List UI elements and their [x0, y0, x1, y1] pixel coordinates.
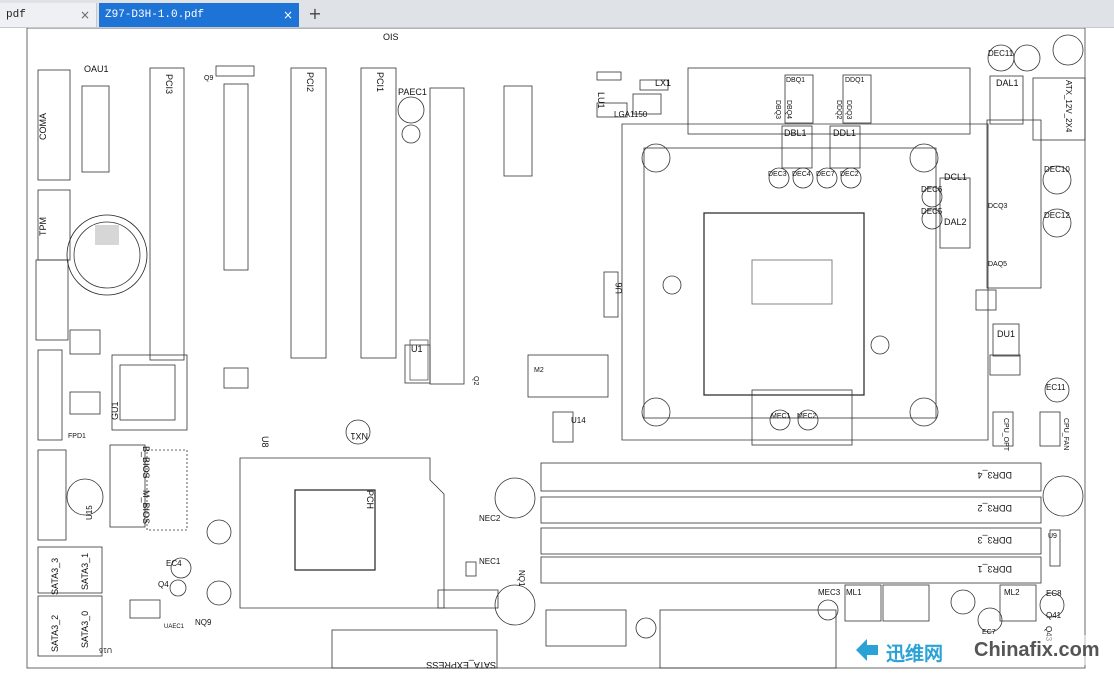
label-u8: U8: [260, 436, 270, 448]
label-nec1: NEC1: [479, 557, 501, 566]
label-u16: U16: [99, 646, 112, 653]
label-m2: M2: [534, 367, 544, 374]
label-nx1: NX1: [350, 431, 368, 441]
label-dec10: DEC10: [1044, 165, 1070, 174]
label-ddl1: DDL1: [833, 128, 856, 138]
label-bbios: B_BIOS: [141, 446, 151, 479]
label-lx1: LX1: [655, 78, 671, 88]
label-u15: U15: [85, 505, 94, 520]
close-icon[interactable]: ×: [80, 3, 90, 27]
label-uaec1: UAEC1: [164, 624, 185, 630]
label-ec8: EC8: [1046, 589, 1062, 598]
label-ddr3-3: DDR3_3: [977, 535, 1012, 545]
label-dbq1: DBQ1: [786, 77, 805, 84]
label-ml1: ML1: [846, 588, 862, 597]
label-dbq4: DBQ4: [785, 100, 792, 119]
label-dec6: DEC6: [921, 185, 943, 194]
watermark-en: Chinafix.com: [974, 639, 1100, 661]
label-ddq3: DDQ3: [845, 100, 852, 120]
label-nec2: NEC2: [479, 514, 501, 523]
label-dec2: DEC2: [840, 171, 859, 178]
label-ddr3-4: DDR3_4: [977, 470, 1012, 480]
label-fpd1: FPD1: [68, 433, 86, 440]
label-lu1: LU1: [596, 92, 606, 109]
new-tab-button[interactable]: +: [306, 3, 324, 25]
label-u14: U14: [571, 416, 586, 425]
label-dbl1: DBL1: [784, 128, 807, 138]
label-sata3-2: SATA3_2: [50, 615, 60, 652]
label-daq5: DAQ5: [988, 261, 1007, 268]
tab-z97-d3h[interactable]: Z97-D3H-1.0.pdf ×: [99, 3, 299, 27]
label-ois: OIS: [383, 32, 399, 42]
tab-label: pdf: [6, 9, 26, 21]
label-q41: Q41: [1046, 611, 1062, 620]
label-sata3-3: SATA3_3: [50, 558, 60, 595]
label-dal2: DAL2: [944, 217, 967, 227]
label-pci2: PCI2: [305, 72, 315, 92]
tab-pdf[interactable]: pdf ×: [0, 3, 97, 27]
label-cpu-fan: CPU_FAN: [1062, 418, 1069, 450]
label-sata-express: SATA_EXPRESS: [426, 660, 496, 670]
label-pci1: PCI1: [375, 72, 385, 92]
label-dec3: DEC3: [768, 171, 787, 178]
label-lga: LGA1150: [614, 110, 648, 119]
label-dcl1: DCL1: [944, 172, 967, 182]
label-dec4: DEC4: [792, 171, 811, 178]
label-q4: Q4: [158, 580, 169, 589]
label-sata3-1: SATA3_1: [80, 553, 90, 590]
label-gu1: GU1: [110, 401, 120, 420]
label-pch: PCH: [365, 490, 375, 509]
label-dec12: DEC12: [1044, 211, 1070, 220]
label-dec7: DEC7: [816, 171, 835, 178]
watermark-cn: 迅维网: [886, 643, 944, 665]
label-ddr3-1: DDR3_1: [977, 564, 1012, 574]
label-coma: COMA: [38, 113, 48, 140]
label-tpm: TPM: [38, 217, 48, 236]
label-atx12v: ATX_12V_2X4: [1064, 80, 1073, 133]
label-ec4: EC4: [166, 559, 182, 568]
label-u6: U6: [614, 282, 624, 294]
watermark: 迅维网 Chinafix.com: [846, 635, 1108, 665]
label-du1: DU1: [997, 329, 1015, 339]
tab-label: Z97-D3H-1.0.pdf: [105, 9, 205, 21]
label-sata3-0: SATA3_0: [80, 611, 90, 648]
label-mec1: MEC1: [771, 413, 791, 420]
chinafix-logo-icon: [856, 639, 878, 661]
close-icon[interactable]: ×: [283, 3, 293, 27]
label-dal1: DAL1: [996, 78, 1019, 88]
label-ddq2: DDQ2: [835, 100, 842, 120]
label-ec11: EC11: [1046, 383, 1066, 392]
label-nq9: NQ9: [195, 618, 212, 627]
label-mec2: MEC2: [797, 413, 817, 420]
label-q2: Q2: [472, 376, 479, 385]
label-ddr3-2: DDR3_2: [977, 503, 1012, 513]
board-layout-drawing: OAU1 PCI3 PCI2 PCI1 PAEC1 OIS Q9 LX1 LU1…: [26, 27, 1086, 670]
label-paec1: PAEC1: [398, 87, 427, 97]
label-dec5: DEC5: [921, 207, 943, 216]
label-dbq3: DBQ3: [774, 100, 781, 119]
label-u1: U1: [411, 344, 423, 354]
label-dec11: DEC11: [988, 49, 1014, 58]
label-nq1: NQ1: [517, 570, 526, 587]
label-ml2: ML2: [1004, 588, 1020, 597]
label-dcq3: DCQ3: [988, 203, 1008, 210]
label-mbios: M_BIOS: [141, 490, 151, 524]
label-u9: U9: [1048, 533, 1057, 540]
pdf-viewer[interactable]: OAU1 PCI3 PCI2 PCI1 PAEC1 OIS Q9 LX1 LU1…: [0, 27, 1114, 671]
label-oau1: OAU1: [84, 64, 109, 74]
label-cpu-opt: CPU_OPT: [1002, 418, 1009, 452]
label-ddq1: DDQ1: [845, 77, 865, 84]
label-pci3: PCI3: [164, 74, 174, 94]
label-q9: Q9: [204, 75, 213, 82]
tab-bar: pdf × Z97-D3H-1.0.pdf × +: [0, 0, 1114, 28]
label-mec3: MEC3: [818, 588, 841, 597]
